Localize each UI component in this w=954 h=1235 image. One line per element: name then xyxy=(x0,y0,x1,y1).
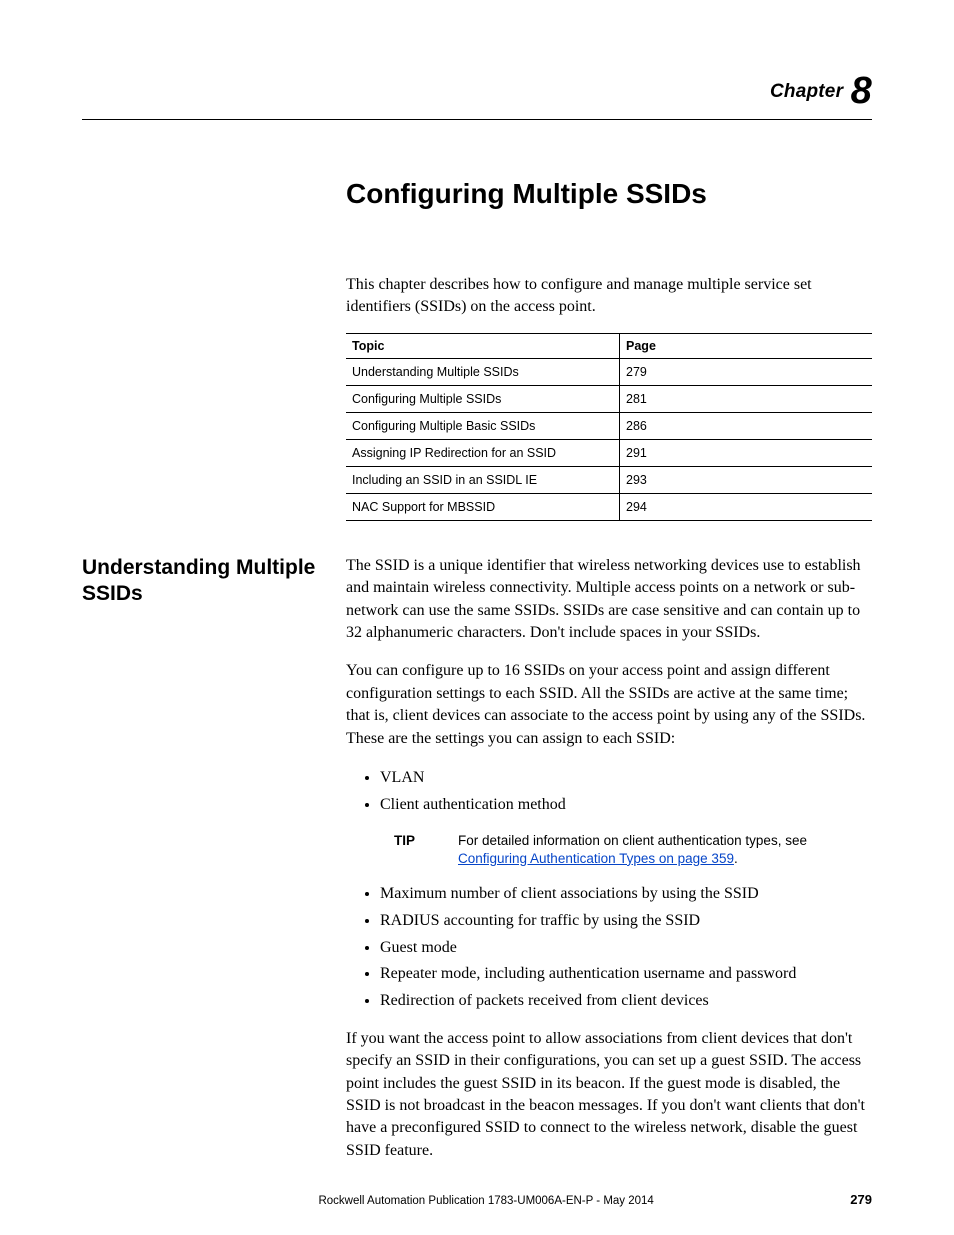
table-row: Including an SSID in an SSIDL IE 293 xyxy=(346,466,872,493)
tip-link[interactable]: Configuring Authentication Types on page… xyxy=(458,851,734,866)
list-item: Maximum number of client associations by… xyxy=(380,882,872,907)
toc-topic: Understanding Multiple SSIDs xyxy=(346,358,620,385)
settings-list-a: VLAN Client authentication method xyxy=(380,766,872,818)
toc-page: 291 xyxy=(620,439,872,466)
toc-page: 294 xyxy=(620,493,872,520)
toc-header-topic: Topic xyxy=(346,333,620,358)
header-rule xyxy=(82,119,872,120)
list-item: VLAN xyxy=(380,766,872,791)
toc-topic: Configuring Multiple Basic SSIDs xyxy=(346,412,620,439)
list-item: Client authentication method xyxy=(380,793,872,818)
toc-header-page: Page xyxy=(620,333,872,358)
page-footer: Rockwell Automation Publication 1783-UM0… xyxy=(82,1192,872,1207)
tip-label: TIP xyxy=(394,832,458,868)
toc-page: 286 xyxy=(620,412,872,439)
table-row: Assigning IP Redirection for an SSID 291 xyxy=(346,439,872,466)
list-item: Repeater mode, including authentication … xyxy=(380,962,872,987)
toc-page: 279 xyxy=(620,358,872,385)
body-paragraph: You can configure up to 16 SSIDs on your… xyxy=(346,660,872,750)
footer-page-number: 279 xyxy=(850,1192,872,1207)
list-item: Redirection of packets received from cli… xyxy=(380,989,872,1014)
tip-text: For detailed information on client authe… xyxy=(458,832,868,868)
tip-callout: TIP For detailed information on client a… xyxy=(394,832,868,868)
list-item: RADIUS accounting for traffic by using t… xyxy=(380,909,872,934)
chapter-number: 8 xyxy=(851,70,872,112)
toc-page: 293 xyxy=(620,466,872,493)
toc-topic: Assigning IP Redirection for an SSID xyxy=(346,439,620,466)
list-item: Guest mode xyxy=(380,936,872,961)
toc-topic: Configuring Multiple SSIDs xyxy=(346,385,620,412)
body-paragraph: The SSID is a unique identifier that wir… xyxy=(346,555,872,645)
section-heading: Understanding Multiple SSIDs xyxy=(82,555,346,608)
toc-topic: Including an SSID in an SSIDL IE xyxy=(346,466,620,493)
settings-list-b: Maximum number of client associations by… xyxy=(380,882,872,1014)
table-row: NAC Support for MBSSID 294 xyxy=(346,493,872,520)
chapter-word: Chapter xyxy=(770,81,843,102)
toc-topic: NAC Support for MBSSID xyxy=(346,493,620,520)
table-row: Configuring Multiple SSIDs 281 xyxy=(346,385,872,412)
chapter-intro: This chapter describes how to configure … xyxy=(346,274,872,319)
tip-text-after: . xyxy=(734,851,738,866)
body-paragraph: If you want the access point to allow as… xyxy=(346,1028,872,1162)
topic-page-table: Topic Page Understanding Multiple SSIDs … xyxy=(346,333,872,521)
chapter-heading: Chapter 8 xyxy=(82,70,872,113)
table-row: Understanding Multiple SSIDs 279 xyxy=(346,358,872,385)
table-row: Configuring Multiple Basic SSIDs 286 xyxy=(346,412,872,439)
footer-publication: Rockwell Automation Publication 1783-UM0… xyxy=(122,1195,850,1207)
toc-page: 281 xyxy=(620,385,872,412)
tip-text-before: For detailed information on client authe… xyxy=(458,833,807,848)
chapter-title: Configuring Multiple SSIDs xyxy=(346,178,872,210)
